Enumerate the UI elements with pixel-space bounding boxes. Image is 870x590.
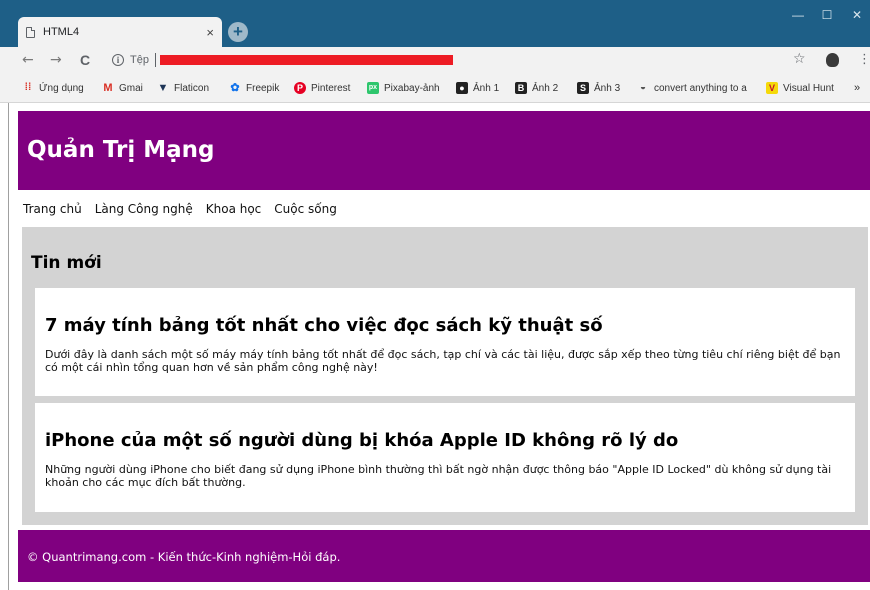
bookmark-item[interactable]: ⁞⁞ Ứng dụng <box>22 82 84 94</box>
bookmark-item[interactable]: ◒ convert anything to a <box>637 82 753 94</box>
article-summary: Dưới đây là danh sách một số máy máy tín… <box>45 348 841 374</box>
profile-avatar[interactable] <box>826 53 839 67</box>
page-viewport: Quản Trị Mạng Trang chủ Làng Công nghệ K… <box>0 103 870 590</box>
browser-toolbar: ← → C i Tệp ☆ ⋮ <box>0 47 870 76</box>
tab-title: HTML4 <box>43 26 80 38</box>
flaticon-icon: ▼ <box>157 82 169 94</box>
browser-tab[interactable]: HTML4 × <box>18 17 222 47</box>
b-icon: B <box>515 82 527 94</box>
menu-item-cuoc-song[interactable]: Cuộc sống <box>274 202 337 216</box>
freepik-icon: ✿ <box>229 82 241 94</box>
bookmark-star-icon[interactable]: ☆ <box>793 51 806 67</box>
article-title[interactable]: 7 máy tính bảng tốt nhất cho việc đọc sá… <box>45 315 603 336</box>
article-title[interactable]: iPhone của một số người dùng bị khóa App… <box>45 430 678 451</box>
menu-item-khoa-hoc[interactable]: Khoa học <box>206 202 262 216</box>
pinterest-icon: P <box>294 82 306 94</box>
bookmark-item[interactable]: B Ảnh 2 <box>515 82 558 94</box>
footer-copyright: © Quantrimang.com - Kiến thức-Kinh nghiệ… <box>27 550 341 564</box>
minimize-icon[interactable]: — <box>788 8 808 22</box>
close-window-icon[interactable]: ✕ <box>847 8 867 22</box>
bookmark-item[interactable]: M Gmai <box>102 82 143 94</box>
forward-icon[interactable]: → <box>50 52 62 68</box>
pixabay-icon: px <box>367 82 379 94</box>
bookmarks-bar: ⁞⁞ Ứng dụng M Gmai ▼ Flaticon ✿ Freepik … <box>0 76 870 103</box>
article-summary: Những người dùng iPhone cho biết đang sử… <box>45 463 832 489</box>
section-title: Tin mới <box>31 253 102 273</box>
bookmark-item[interactable]: V Visual Hunt <box>766 82 834 94</box>
bookmark-item[interactable]: ✿ Freepik <box>229 82 279 94</box>
gauge-icon: ◒ <box>637 82 649 94</box>
site-header: Quản Trị Mạng <box>18 111 870 190</box>
window-left-border <box>8 103 9 590</box>
v-icon: V <box>766 82 778 94</box>
bookmark-item[interactable]: ● Ảnh 1 <box>456 82 499 94</box>
bookmark-item[interactable]: px Pixabay-ảnh <box>367 82 440 94</box>
omnibox-separator <box>155 53 156 67</box>
site-title: Quản Trị Mạng <box>27 137 215 163</box>
bookmarks-overflow-icon[interactable]: » <box>854 82 860 94</box>
bookmark-item[interactable]: ▼ Flaticon <box>157 82 209 94</box>
bookmark-item[interactable]: P Pinterest <box>294 82 350 94</box>
maximize-icon[interactable]: ☐ <box>817 8 837 22</box>
news-section: Tin mới 7 máy tính bảng tốt nhất cho việ… <box>22 227 868 525</box>
new-tab-button[interactable]: + <box>228 22 248 42</box>
bookmark-item[interactable]: S Ảnh 3 <box>577 82 620 94</box>
address-bar-redacted[interactable] <box>160 55 453 65</box>
apps-grid-icon: ⁞⁞ <box>22 82 34 94</box>
back-icon[interactable]: ← <box>22 52 34 68</box>
article-card: iPhone của một số người dùng bị khóa App… <box>35 403 855 512</box>
menu-item-lang-cong-nghe[interactable]: Làng Công nghệ <box>95 202 193 216</box>
camera-icon: ● <box>456 82 468 94</box>
browser-menu-icon[interactable]: ⋮ <box>858 52 870 67</box>
article-card: 7 máy tính bảng tốt nhất cho việc đọc sá… <box>35 288 855 396</box>
reload-icon[interactable]: C <box>80 52 90 68</box>
omnibox-file-label: Tệp <box>130 54 149 66</box>
site-footer: © Quantrimang.com - Kiến thức-Kinh nghiệ… <box>18 530 870 582</box>
browser-titlebar: HTML4 × + — ☐ ✕ <box>0 0 870 47</box>
gmail-icon: M <box>102 82 114 94</box>
info-icon[interactable]: i <box>112 54 124 66</box>
close-tab-icon[interactable]: × <box>206 25 214 40</box>
menu-item-trang-chu[interactable]: Trang chủ <box>23 202 82 216</box>
main-menu: Trang chủ Làng Công nghệ Khoa học Cuộc s… <box>23 202 337 216</box>
s-icon: S <box>577 82 589 94</box>
page-icon <box>26 26 35 38</box>
